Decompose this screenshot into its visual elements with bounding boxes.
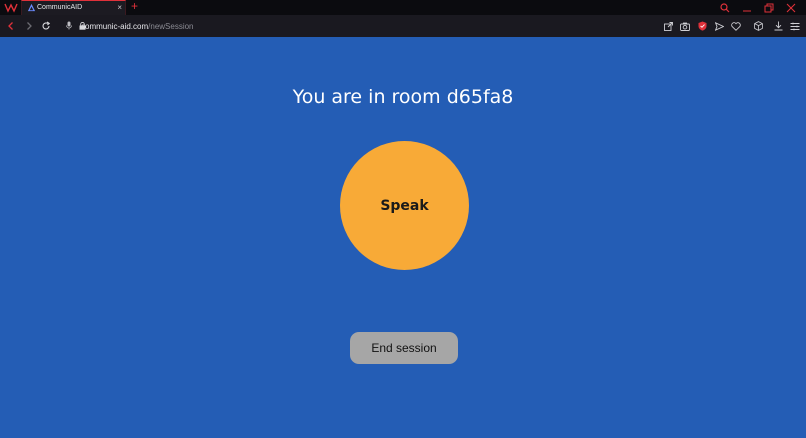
tab-communicaid[interactable]: CommunicAID × xyxy=(21,0,126,15)
tab-favicon-icon xyxy=(27,3,36,12)
back-icon[interactable] xyxy=(4,19,18,33)
search-icon[interactable] xyxy=(714,0,736,15)
tab-strip: CommunicAID × + xyxy=(0,0,806,15)
browser-window: CommunicAID × + communic-aid.com /newSes… xyxy=(0,0,806,438)
lock-icon[interactable] xyxy=(79,22,86,30)
window-controls xyxy=(714,0,802,15)
restore-icon[interactable] xyxy=(758,0,780,15)
session-page: You are in room d65fa8 Speak End session xyxy=(0,37,806,438)
minimize-icon[interactable] xyxy=(736,0,758,15)
page-title: You are in room d65fa8 xyxy=(292,86,514,108)
tab-title: CommunicAID xyxy=(37,4,83,11)
mic-icon[interactable] xyxy=(66,21,72,30)
browser-logo-icon[interactable] xyxy=(4,2,18,13)
send-icon[interactable] xyxy=(712,19,726,33)
camera-icon[interactable] xyxy=(678,19,692,33)
address-toolbar: communic-aid.com /newSession xyxy=(0,15,806,37)
speak-button[interactable]: Speak xyxy=(340,141,469,270)
heart-icon[interactable] xyxy=(729,19,743,33)
toolbar-actions xyxy=(658,19,802,33)
url-bar[interactable]: communic-aid.com /newSession xyxy=(64,18,194,34)
close-window-icon[interactable] xyxy=(780,0,802,15)
shield-icon[interactable] xyxy=(695,19,709,33)
end-session-button[interactable]: End session xyxy=(350,332,458,364)
reload-icon[interactable] xyxy=(39,19,53,33)
download-icon[interactable] xyxy=(771,19,785,33)
url-host: communic-aid.com xyxy=(81,21,149,31)
share-icon[interactable] xyxy=(661,19,675,33)
new-tab-button[interactable]: + xyxy=(131,0,138,14)
menu-icon[interactable] xyxy=(788,19,802,33)
tab-close-icon[interactable]: × xyxy=(117,2,122,13)
forward-icon[interactable] xyxy=(22,19,36,33)
url-path: /newSession xyxy=(148,21,194,31)
cube-icon[interactable] xyxy=(751,19,765,33)
